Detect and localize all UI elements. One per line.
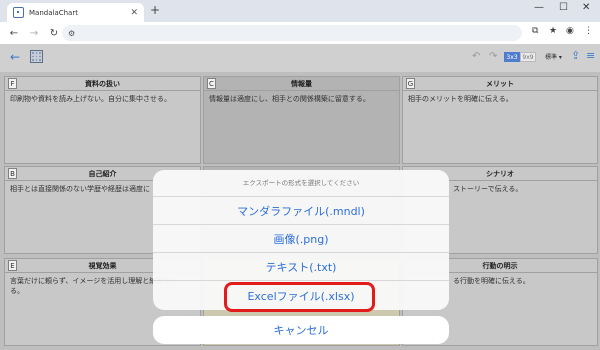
new-tab-button[interactable]: + [150, 3, 160, 17]
grid-9x9-button[interactable]: 9x9 [520, 52, 536, 62]
export-txt-option[interactable]: テキスト(.txt) [153, 252, 449, 280]
grid-3x3-button[interactable]: 3x3 [504, 52, 520, 62]
app-toolbar: ← ↶ ↷ 3x3 9x9 標準 ▾ ⇪ ≡ [0, 44, 600, 72]
layout-select[interactable]: 標準 ▾ [545, 52, 562, 61]
profile-icon[interactable]: ◉ [566, 26, 574, 36]
redo-icon[interactable]: ↷ [489, 51, 497, 62]
close-window-button[interactable]: ✕ [582, 2, 590, 13]
browser-menu-icon[interactable]: ⋮ [584, 26, 593, 36]
browser-tabstrip: MandalaChart ✕ + — ☐ ✕ [0, 0, 600, 22]
xlsx-highlight-annotation [224, 282, 375, 312]
reload-icon[interactable]: ↻ [48, 28, 60, 39]
cancel-button[interactable]: キャンセル [153, 316, 449, 344]
install-app-icon[interactable]: ⧉ [532, 26, 538, 36]
undo-icon[interactable]: ↶ [472, 51, 480, 62]
mandala-grid-icon[interactable] [30, 50, 43, 63]
mandala-favicon-icon [13, 7, 24, 18]
site-settings-icon[interactable]: ⚙ [68, 29, 75, 38]
bookmark-star-icon[interactable]: ★ [549, 26, 557, 36]
tab-title: MandalaChart [29, 8, 78, 17]
minimize-button[interactable]: — [534, 2, 544, 13]
back-icon[interactable]: ← [8, 28, 20, 39]
tab-close-icon[interactable]: ✕ [130, 8, 138, 18]
forward-icon[interactable]: → [28, 28, 40, 39]
browser-toolbar: ← → ↻ ⚙ ⧉ ★ ◉ ⋮ [0, 22, 600, 44]
export-mndl-option[interactable]: マンダラファイル(.mndl) [153, 196, 449, 224]
grid-size-toggle: 3x3 9x9 [504, 52, 536, 62]
app-back-icon[interactable]: ← [10, 50, 20, 64]
export-sheet-title: エクスポートの形式を選択してください [242, 179, 360, 187]
export-png-option[interactable]: 画像(.png) [153, 224, 449, 252]
maximize-button[interactable]: ☐ [559, 2, 568, 13]
share-icon[interactable]: ⇪ [571, 49, 580, 62]
address-bar[interactable]: ⚙ [62, 25, 522, 41]
browser-tab[interactable]: MandalaChart ✕ [7, 3, 144, 22]
menu-icon[interactable]: ≡ [586, 49, 595, 62]
